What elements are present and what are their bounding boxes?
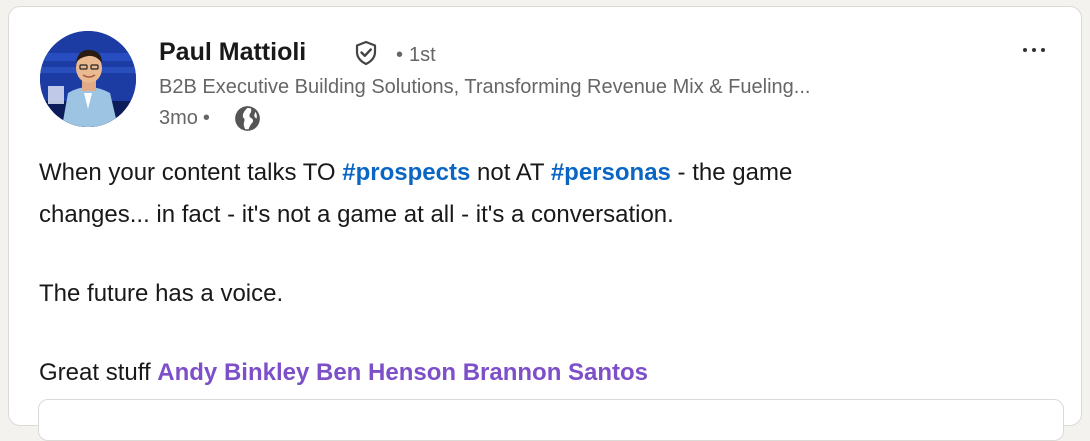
- mention-brannon-santos[interactable]: Brannon Santos: [463, 359, 648, 386]
- post-body-line-2: changes... in fact - it's not a game at …: [39, 201, 674, 228]
- post-time[interactable]: 3mo: [159, 107, 198, 129]
- globe-icon: [235, 106, 260, 131]
- connection-degree: • 1st: [396, 43, 436, 67]
- more-options-button[interactable]: [1012, 33, 1056, 67]
- body-text: - the game: [670, 159, 793, 186]
- ellipsis-icon-dot: [1041, 48, 1045, 52]
- body-text: When your content talks TO: [39, 159, 343, 186]
- post-meta: 3mo •: [159, 106, 210, 130]
- post-body-line-1: When your content talks TO #prospects no…: [39, 153, 1059, 193]
- degree-separator: •: [396, 44, 404, 66]
- ellipsis-icon-dot: [1032, 48, 1036, 52]
- post-card: Paul Mattioli • 1st B2B Executive Buildin…: [8, 6, 1082, 441]
- embedded-content-preview[interactable]: [38, 399, 1064, 441]
- hashtag-personas[interactable]: #personas: [551, 159, 671, 186]
- avatar-photo: [40, 31, 136, 127]
- body-text: Great stuff: [39, 359, 158, 386]
- author-name[interactable]: Paul Mattioli: [159, 37, 306, 67]
- post-body-line-4: Great stuff Andy Binkley Ben Henson Bran…: [39, 353, 1059, 393]
- degree-label: 1st: [409, 44, 436, 66]
- mention-ben-henson[interactable]: Ben Henson: [316, 359, 456, 386]
- post-body-line-3: The future has a voice.: [39, 280, 284, 307]
- author-headline: B2B Executive Building Solutions, Transf…: [159, 76, 811, 98]
- shield-check-icon: [355, 40, 377, 66]
- author-avatar[interactable]: [40, 31, 136, 127]
- hashtag-prospects[interactable]: #prospects: [342, 159, 470, 186]
- body-text: not AT: [470, 159, 551, 186]
- time-separator: •: [202, 107, 210, 129]
- ellipsis-icon-dot: [1023, 48, 1027, 52]
- mention-andy-binkley[interactable]: Andy Binkley: [157, 359, 309, 386]
